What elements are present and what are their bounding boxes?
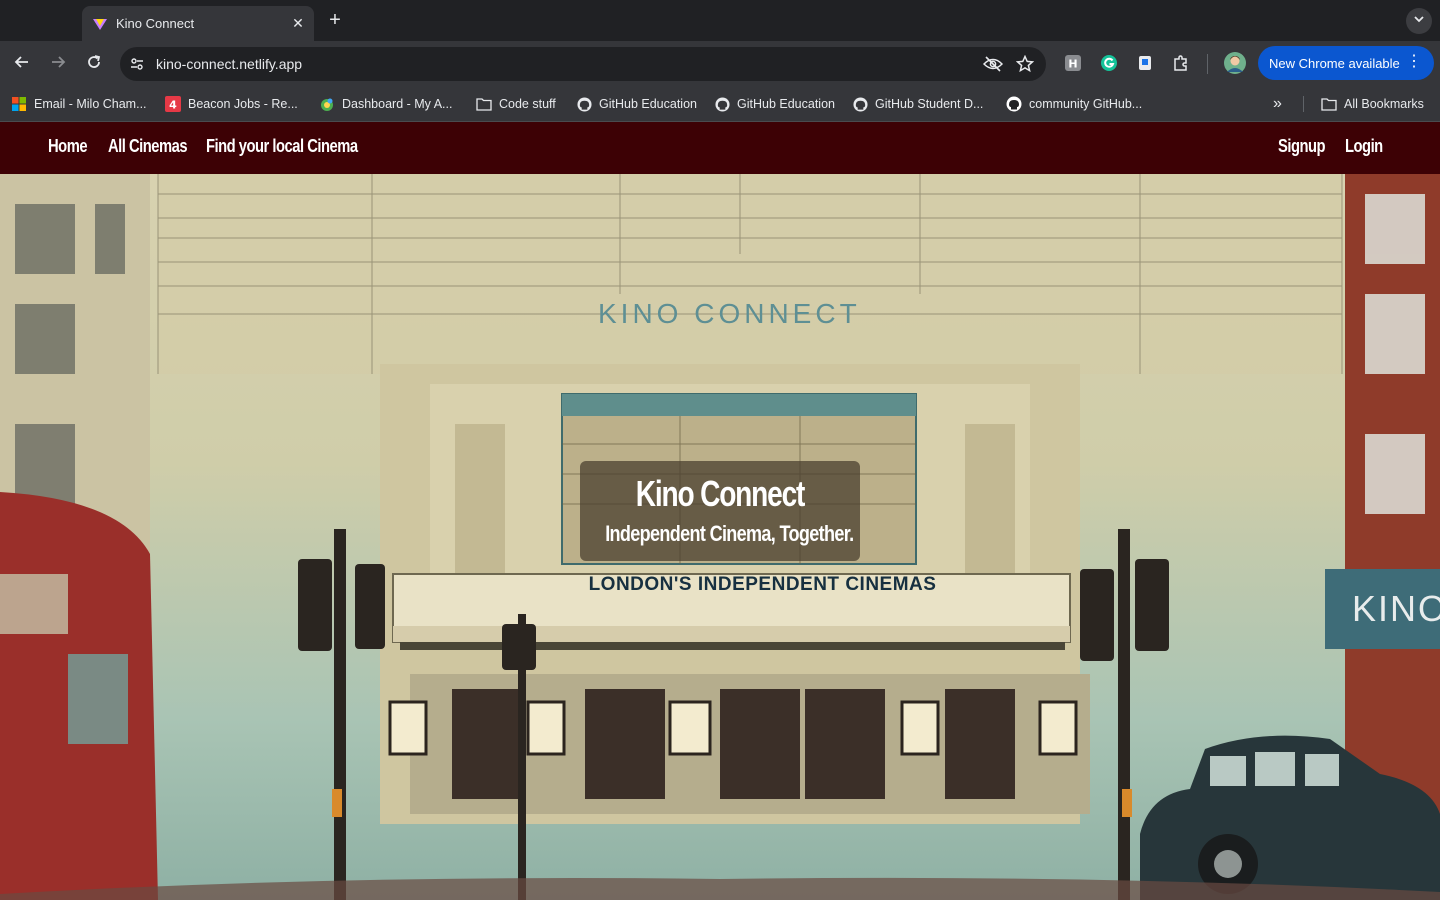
tab-title: Kino Connect	[116, 16, 195, 31]
hero-subtitle: Independent Cinema, Together.	[605, 521, 854, 546]
nav-home-link[interactable]: Home	[48, 136, 88, 157]
bookmark-label: Beacon Jobs - Re...	[188, 97, 298, 111]
chrome-menu-icon[interactable]: ⋮	[1406, 53, 1422, 71]
marquee-text: LONDON'S INDEPENDENT CINEMAS	[588, 574, 937, 595]
nav-login-link[interactable]: Login	[1345, 136, 1383, 157]
grammarly-icon[interactable]	[1099, 53, 1119, 73]
dashboard-icon	[319, 96, 335, 112]
hero-title-card: Kino Connect Independent Cinema, Togethe…	[580, 461, 860, 561]
bookmark-github-student[interactable]: GitHub Student D...	[852, 95, 983, 113]
nav-all-cinemas-link[interactable]: All Cinemas	[108, 136, 188, 157]
hero-section: KINO CONNECT LONDON'S INDEPENDENT CINEMA…	[0, 174, 1440, 900]
url-text[interactable]: kino-connect.netlify.app	[156, 56, 982, 72]
back-button[interactable]	[9, 51, 35, 77]
svg-text:H: H	[1068, 58, 1077, 71]
bookmark-dashboard[interactable]: Dashboard - My A...	[319, 95, 452, 113]
all-bookmarks-label: All Bookmarks	[1344, 97, 1424, 111]
extension-h-icon[interactable]: H	[1063, 53, 1083, 73]
hero-title: Kino Connect	[635, 473, 806, 514]
back-arrow-icon	[14, 54, 30, 75]
bookmark-label: Dashboard - My A...	[342, 97, 453, 111]
bookmark-code-stuff[interactable]: Code stuff	[476, 95, 556, 113]
bookmark-label: community GitHub...	[1029, 97, 1143, 111]
forward-button[interactable]	[45, 51, 71, 77]
tab-close-icon[interactable]: ✕	[290, 15, 306, 32]
bookmark-label: Email - Milo Cham...	[34, 97, 147, 111]
bookmark-label: GitHub Student D...	[875, 97, 984, 111]
folder-icon	[1321, 96, 1337, 112]
bookmarks-overflow-button[interactable]: »	[1273, 95, 1282, 113]
profile-avatar[interactable]	[1224, 52, 1246, 74]
extensions-puzzle-icon[interactable]	[1171, 53, 1191, 73]
beacon-icon: 4	[165, 96, 181, 112]
extension-tab-icon[interactable]	[1135, 53, 1155, 73]
browser-toolbar: kino-connect.netlify.app H New Chrome av…	[0, 41, 1440, 86]
address-bar[interactable]: kino-connect.netlify.app	[120, 47, 1046, 81]
tab-search-button[interactable]	[1406, 8, 1432, 34]
microsoft-icon	[11, 96, 27, 112]
browser-tabstrip: Kino Connect ✕ +	[0, 0, 1440, 41]
new-tab-button[interactable]: +	[324, 8, 346, 32]
github-icon	[1006, 96, 1022, 112]
all-bookmarks-button[interactable]: All Bookmarks	[1321, 95, 1424, 113]
github-icon	[714, 96, 730, 112]
facade-sign-text: KINO CONNECT	[598, 298, 861, 329]
bookmark-github-education-1[interactable]: GitHub Education	[576, 95, 697, 113]
bookmark-star-icon[interactable]	[1014, 53, 1036, 75]
bookmark-label: Code stuff	[499, 97, 556, 111]
bookmark-email[interactable]: Email - Milo Cham...	[11, 95, 147, 113]
site-info-icon[interactable]	[126, 53, 148, 75]
folder-icon	[476, 96, 492, 112]
eye-slash-icon[interactable]	[982, 53, 1004, 75]
github-icon	[576, 96, 592, 112]
chevron-down-icon	[1413, 12, 1425, 30]
reload-icon	[86, 54, 102, 75]
update-label: New Chrome available	[1269, 55, 1400, 71]
toolbar-divider	[1207, 54, 1208, 74]
github-icon	[852, 96, 868, 112]
site-favicon-icon	[92, 16, 108, 32]
bookmarks-divider	[1303, 96, 1304, 112]
new-chrome-available-button[interactable]: New Chrome available ⋮	[1258, 46, 1434, 80]
bookmark-community-github[interactable]: community GitHub...	[1006, 95, 1142, 113]
nav-find-local-cinema-link[interactable]: Find your local Cinema	[206, 136, 358, 157]
bookmark-label: GitHub Education	[599, 97, 697, 111]
bookmarks-bar: Email - Milo Cham... 4 Beacon Jobs - Re.…	[0, 86, 1440, 122]
forward-arrow-icon	[50, 54, 66, 75]
bookmark-github-education-2[interactable]: GitHub Education	[714, 95, 835, 113]
browser-tab[interactable]: Kino Connect ✕	[82, 6, 314, 41]
site-navbar: Home All Cinemas Find your local Cinema …	[0, 122, 1440, 174]
nav-signup-link[interactable]: Signup	[1278, 136, 1326, 157]
svg-text:4: 4	[169, 99, 177, 112]
side-sign-text: KINO	[1352, 588, 1440, 629]
bookmark-beacon-jobs[interactable]: 4 Beacon Jobs - Re...	[165, 95, 298, 113]
reload-button[interactable]	[81, 51, 107, 77]
bookmark-label: GitHub Education	[737, 97, 835, 111]
